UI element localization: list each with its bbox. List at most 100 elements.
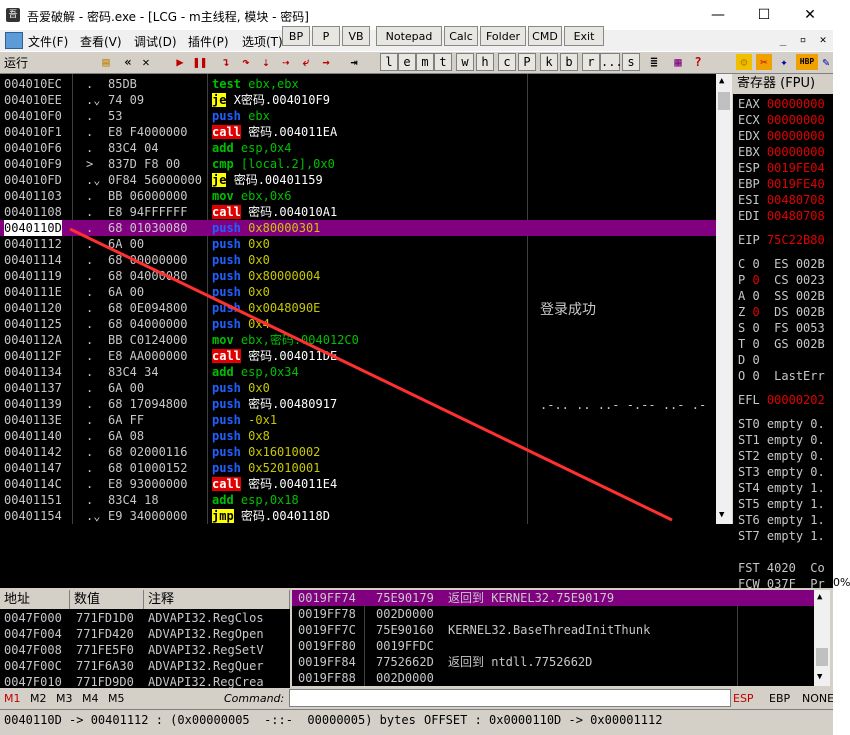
disasm-row[interactable]: 00401103. BB 06000000 mov ebx,0x6 — [0, 188, 716, 204]
dump-row[interactable]: 0047F004 771FD420 ADVAPI32.RegOpen — [0, 626, 290, 642]
register-ebx[interactable]: EBX 00000000 — [738, 144, 825, 160]
disasm-row[interactable]: 00401137. 6A 00 push 0x0 — [0, 380, 716, 396]
disasm-row[interactable]: 00401114. 68 00000000 push 0x0 — [0, 252, 716, 268]
disasm-row[interactable]: 0040110D. 68 01030080 push 0x80000301 — [0, 220, 716, 236]
toolbar-e-button[interactable]: e — [398, 53, 416, 71]
toolbar-ellipsis-button[interactable]: ... — [600, 53, 623, 71]
plugin-folder-button[interactable]: Folder — [480, 26, 526, 46]
close-button[interactable]: ✕ — [787, 0, 833, 30]
tab-m1[interactable]: M1 — [4, 692, 21, 705]
step-into-icon[interactable]: ↴ — [218, 54, 234, 70]
dump-header-value[interactable]: 数值 — [70, 590, 144, 609]
disasm-row[interactable]: 004010F6. 83C4 04 add esp,0x4 — [0, 140, 716, 156]
register-st5[interactable]: ST5 empty 1. — [738, 496, 825, 512]
disasm-row[interactable]: 00401139. 68 17094800 push 密码.00480917 — [0, 396, 716, 412]
disasm-row[interactable]: 004010EC. 85DB test ebx,ebx — [0, 76, 716, 92]
esp-button[interactable]: ESP — [733, 692, 754, 705]
disasm-row[interactable]: 00401112. 6A 00 push 0x0 — [0, 236, 716, 252]
flag-d[interactable]: D 0 — [738, 352, 774, 368]
register-edi[interactable]: EDI 00480708 — [738, 208, 825, 224]
flag-s[interactable]: S 0 FS 0053 — [738, 320, 825, 336]
disasm-row[interactable]: 00401147. 68 01000152 push 0x52010001 — [0, 460, 716, 476]
dump-header-comment[interactable]: 注释 — [144, 590, 290, 609]
cpu-window-icon[interactable] — [5, 32, 23, 49]
menu-view[interactable]: 查看(V) — [80, 33, 122, 50]
disasm-row[interactable]: 004010F0. 53 push ebx — [0, 108, 716, 124]
goto-icon[interactable]: → — [318, 54, 334, 70]
disasm-row[interactable]: 0040114C. E8 93000000 call 密码.004011E4 — [0, 476, 716, 492]
toolbar-h-button[interactable]: h — [476, 53, 494, 71]
grid-icon[interactable]: ▦ — [670, 54, 686, 70]
disasm-row[interactable]: 00401134. 83C4 34 add esp,0x34 — [0, 364, 716, 380]
tool-1-icon[interactable]: ⚙ — [736, 54, 752, 70]
register-edx[interactable]: EDX 00000000 — [738, 128, 825, 144]
stack-row[interactable]: 0019FF74 75E90179 返回到 KERNEL32.75E90179 — [292, 590, 814, 606]
plugin-notepad-button[interactable]: Notepad — [376, 26, 442, 46]
none-button[interactable]: NONE — [802, 692, 833, 705]
menu-debug[interactable]: 调试(D) — [134, 33, 177, 50]
stack-row[interactable]: 0019FF7C 75E90160 KERNEL32.BaseThreadInitT… — [292, 622, 814, 638]
run-icon[interactable]: ▶ — [172, 54, 188, 70]
register-st4[interactable]: ST4 empty 1. — [738, 480, 825, 496]
disasm-row[interactable]: 00401119. 68 04000080 push 0x80000004 — [0, 268, 716, 284]
tool-4-icon[interactable]: ✎ — [818, 54, 833, 70]
toolbar-s-button[interactable]: s — [622, 53, 640, 71]
plugin-vb-button[interactable]: VB — [342, 26, 370, 46]
register-st1[interactable]: ST1 empty 0. — [738, 432, 825, 448]
register-efl[interactable]: EFL 00000202 — [738, 392, 825, 408]
command-input[interactable] — [289, 689, 731, 707]
disassembly-scrollbar[interactable]: ▲ ▼ — [716, 74, 732, 524]
dump-row[interactable]: 0047F000 771FD1D0 ADVAPI32.RegClos — [0, 610, 290, 626]
disasm-row[interactable]: 0040113E. 6A FF push -0x1 — [0, 412, 716, 428]
tab-m5[interactable]: M5 — [108, 692, 125, 705]
tab-m2[interactable]: M2 — [30, 692, 47, 705]
tab-m4[interactable]: M4 — [82, 692, 99, 705]
toolbar-r-button[interactable]: r — [582, 53, 600, 71]
tab-m3[interactable]: M3 — [56, 692, 73, 705]
stack-row[interactable]: 0019FF78 002D0000 — [292, 606, 814, 622]
disasm-row[interactable]: 00401151. 83C4 18 add esp,0x18 — [0, 492, 716, 508]
run-to-icon[interactable]: ⇥ — [346, 54, 362, 70]
disasm-row[interactable]: 00401120. 68 0E094800 push 0x0048090E — [0, 300, 716, 316]
flag-c[interactable]: C 0 ES 002B — [738, 256, 825, 272]
menu-options[interactable]: 选项(T) — [242, 33, 283, 50]
menu-file[interactable]: 文件(F) — [28, 33, 68, 50]
child-close-icon[interactable]: ✕ — [815, 32, 831, 48]
flag-z[interactable]: Z 0 DS 002B — [738, 304, 825, 320]
maximize-button[interactable]: ☐ — [741, 0, 787, 30]
register-ebp[interactable]: EBP 0019FE40 — [738, 176, 825, 192]
toolbar-c-button[interactable]: c — [498, 53, 516, 71]
toolbar-p-button[interactable]: P — [518, 53, 536, 71]
child-minimize-icon[interactable]: _ — [775, 32, 791, 48]
register-st3[interactable]: ST3 empty 0. — [738, 464, 825, 480]
stack-row[interactable]: 0019FF84 7752662D 返回到 ntdll.7752662D — [292, 654, 814, 670]
disasm-row[interactable]: 00401142. 68 02000116 push 0x16010002 — [0, 444, 716, 460]
plugin-p-button[interactable]: P — [312, 26, 340, 46]
flag-a[interactable]: A 0 SS 002B — [738, 288, 825, 304]
register-st0[interactable]: ST0 empty 0. — [738, 416, 825, 432]
pause-icon[interactable]: ❚❚ — [192, 54, 208, 70]
trace-over-icon[interactable]: ⇢ — [278, 54, 294, 70]
dump-row[interactable]: 0047F00C 771F6A30 ADVAPI32.RegQuer — [0, 658, 290, 674]
dump-header-address[interactable]: 地址 — [0, 590, 70, 609]
plugin-calc-button[interactable]: Calc — [444, 26, 478, 46]
dump-pane[interactable]: 地址 数值 注释 0047F000 771FD1D0 ADVAPI32.RegClo… — [0, 590, 290, 690]
toolbar-l-button[interactable]: l — [380, 53, 398, 71]
toolbar-b-button[interactable]: b — [560, 53, 578, 71]
disasm-row[interactable]: 00401154 .⌄ E9 34000000 jmp 密码.0040118D — [0, 508, 716, 524]
flag-o[interactable]: O 0 LastErr — [738, 368, 825, 384]
register-eax[interactable]: EAX 00000000 — [738, 96, 825, 112]
plugin-bp-button[interactable]: BP — [282, 26, 310, 46]
minimize-button[interactable]: — — [695, 0, 741, 30]
ebp-button[interactable]: EBP — [769, 692, 790, 705]
toolbar-w-button[interactable]: w — [456, 53, 474, 71]
disasm-row[interactable]: 00401140. 6A 08 push 0x8 — [0, 428, 716, 444]
disasm-row[interactable]: 004010F1. E8 F4000000 call 密码.004011EA — [0, 124, 716, 140]
child-restore-icon[interactable]: ▫ — [795, 32, 811, 48]
register-st7[interactable]: ST7 empty 1. — [738, 528, 825, 544]
disassembly-pane[interactable]: 登录成功 .-.. .. ..- -.-- ..- .- . 004010EC.… — [0, 74, 716, 524]
toolbar-t-button[interactable]: t — [434, 53, 452, 71]
list-icon[interactable]: ≣ — [646, 54, 662, 70]
toolbar-m-button[interactable]: m — [416, 53, 434, 71]
disasm-row[interactable]: 00401108. E8 94FFFFFF call 密码.004010A1 — [0, 204, 716, 220]
